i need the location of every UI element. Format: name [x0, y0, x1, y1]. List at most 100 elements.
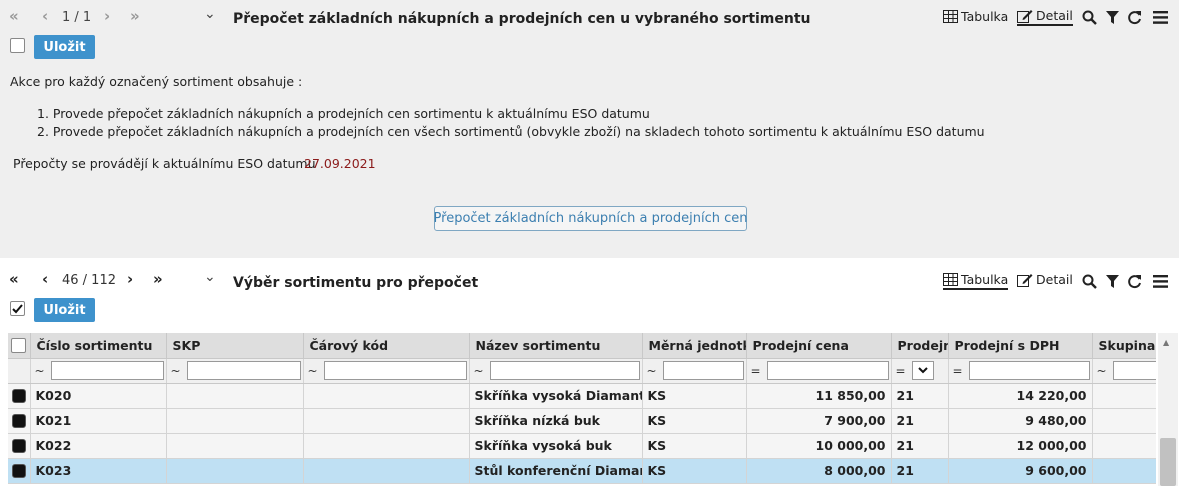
collapse-chevron-icon[interactable]: ⌄: [204, 269, 216, 285]
filter-op[interactable]: =: [749, 364, 763, 378]
header-checkbox[interactable]: [11, 337, 26, 353]
filter-op[interactable]: ~: [169, 364, 183, 378]
cell-name[interactable]: Skříňka nízká buk: [469, 408, 643, 434]
table-row[interactable]: K023 Stůl konferenční Diamant KS 8 000,00 21…: [8, 458, 1156, 484]
col-header-price-vat[interactable]: Prodejní s DPH: [948, 333, 1093, 359]
refresh-icon[interactable]: [1127, 274, 1142, 289]
cell-code[interactable]: K021: [30, 408, 167, 434]
cell-barcode[interactable]: [303, 383, 470, 409]
last-page-button[interactable]: »: [153, 270, 163, 288]
next-page-button[interactable]: ›: [127, 270, 133, 288]
filter-input[interactable]: [766, 361, 889, 380]
cell-unit[interactable]: KS: [642, 433, 747, 459]
cell-code[interactable]: K023: [30, 458, 167, 484]
row-select-cell[interactable]: [8, 433, 31, 459]
filter-select[interactable]: [911, 361, 934, 380]
filter-op[interactable]: ~: [33, 364, 47, 378]
cell-unit[interactable]: KS: [642, 458, 747, 484]
filter-icon[interactable]: [1106, 11, 1119, 24]
cell-code[interactable]: K022: [30, 433, 167, 459]
filter-input[interactable]: [50, 361, 164, 380]
filter-op[interactable]: ~: [645, 364, 659, 378]
next-page-button[interactable]: ›: [104, 7, 110, 25]
filter-icon[interactable]: [1106, 275, 1119, 288]
cell-vat[interactable]: 21: [891, 433, 949, 459]
table-row[interactable]: K022 Skříňka vysoká buk KS 10 000,00 21 12 00…: [8, 433, 1156, 459]
first-page-button[interactable]: «: [9, 7, 19, 25]
cell-skp[interactable]: [166, 408, 304, 434]
cell-price-vat[interactable]: 12 000,00: [948, 433, 1093, 459]
row-select-cell[interactable]: [8, 408, 31, 434]
cell-code[interactable]: K020: [30, 383, 167, 409]
cell-barcode[interactable]: [303, 458, 470, 484]
filter-input[interactable]: [1112, 361, 1156, 380]
cell-unit[interactable]: KS: [642, 383, 747, 409]
row-select-cell[interactable]: [8, 383, 31, 409]
col-header-unit[interactable]: Měrná jednotka: [642, 333, 747, 359]
cell-group[interactable]: [1092, 383, 1156, 409]
filter-op[interactable]: =: [894, 364, 908, 378]
cell-group[interactable]: [1092, 458, 1156, 484]
cell-unit[interactable]: KS: [642, 408, 747, 434]
cell-skp[interactable]: [166, 458, 304, 484]
view-detail-button[interactable]: Detail: [1017, 272, 1073, 287]
col-header-code[interactable]: Číslo sortimentu: [30, 333, 167, 359]
recalc-prices-button[interactable]: Přepočet základních nákupních a prodejní…: [434, 206, 747, 231]
scrollbar-thumb[interactable]: [1160, 438, 1176, 486]
col-header-group[interactable]: Skupina P: [1092, 333, 1156, 359]
cell-vat[interactable]: 21: [891, 408, 949, 434]
cell-skp[interactable]: [166, 383, 304, 409]
cell-group[interactable]: [1092, 408, 1156, 434]
search-icon[interactable]: [1082, 274, 1097, 289]
cell-price-vat[interactable]: 9 480,00: [948, 408, 1093, 434]
cell-price[interactable]: 8 000,00: [746, 458, 892, 484]
prev-page-button[interactable]: ‹: [42, 270, 48, 288]
filter-op[interactable]: =: [951, 364, 965, 378]
filter-input[interactable]: [968, 361, 1090, 380]
cell-vat[interactable]: 21: [891, 458, 949, 484]
filter-op[interactable]: ~: [306, 364, 320, 378]
filter-input[interactable]: [186, 361, 301, 380]
row-checkbox[interactable]: [11, 388, 26, 403]
col-header-barcode[interactable]: Čárový kód: [303, 333, 470, 359]
refresh-icon[interactable]: [1127, 10, 1142, 25]
menu-icon[interactable]: [1153, 275, 1168, 288]
select-all-checkbox[interactable]: [10, 301, 25, 316]
select-checkbox[interactable]: [10, 38, 25, 53]
cell-vat[interactable]: 21: [891, 383, 949, 409]
cell-price-vat[interactable]: 9 600,00: [948, 458, 1093, 484]
cell-group[interactable]: [1092, 433, 1156, 459]
col-header-skp[interactable]: SKP: [166, 333, 304, 359]
view-table-button[interactable]: Tabulka: [943, 272, 1009, 290]
row-checkbox[interactable]: [11, 463, 26, 478]
filter-input[interactable]: [323, 361, 467, 380]
row-checkbox[interactable]: [11, 438, 26, 453]
scroll-up-icon[interactable]: ▲: [1163, 338, 1169, 347]
table-row[interactable]: K020 Skříňka vysoká Diamant KS 11 850,00 21 1…: [8, 383, 1156, 409]
last-page-button[interactable]: »: [130, 7, 140, 25]
vertical-scrollbar[interactable]: ▲: [1158, 333, 1178, 486]
first-page-button[interactable]: «: [9, 270, 19, 288]
cell-price[interactable]: 11 850,00: [746, 383, 892, 409]
save-button[interactable]: Uložit: [34, 35, 95, 59]
cell-skp[interactable]: [166, 433, 304, 459]
table-row[interactable]: K021 Skříňka nízká buk KS 7 900,00 21 9 480,0…: [8, 408, 1156, 434]
col-header-name[interactable]: Název sortimentu: [469, 333, 643, 359]
menu-icon[interactable]: [1153, 11, 1168, 24]
cell-price[interactable]: 7 900,00: [746, 408, 892, 434]
cell-name[interactable]: Skříňka vysoká buk: [469, 433, 643, 459]
col-header-price[interactable]: Prodejní cena: [746, 333, 892, 359]
cell-name[interactable]: Stůl konferenční Diamant: [469, 458, 643, 484]
cell-barcode[interactable]: [303, 433, 470, 459]
row-checkbox[interactable]: [11, 413, 26, 428]
cell-name[interactable]: Skříňka vysoká Diamant: [469, 383, 643, 409]
filter-input[interactable]: [662, 361, 744, 380]
prev-page-button[interactable]: ‹: [42, 7, 48, 25]
filter-op[interactable]: ~: [1095, 364, 1109, 378]
search-icon[interactable]: [1082, 10, 1097, 25]
filter-input[interactable]: [489, 361, 640, 380]
filter-op[interactable]: ~: [472, 364, 486, 378]
col-header-vat[interactable]: Prodejní: [891, 333, 949, 359]
view-table-button[interactable]: Tabulka: [943, 9, 1008, 24]
cell-barcode[interactable]: [303, 408, 470, 434]
